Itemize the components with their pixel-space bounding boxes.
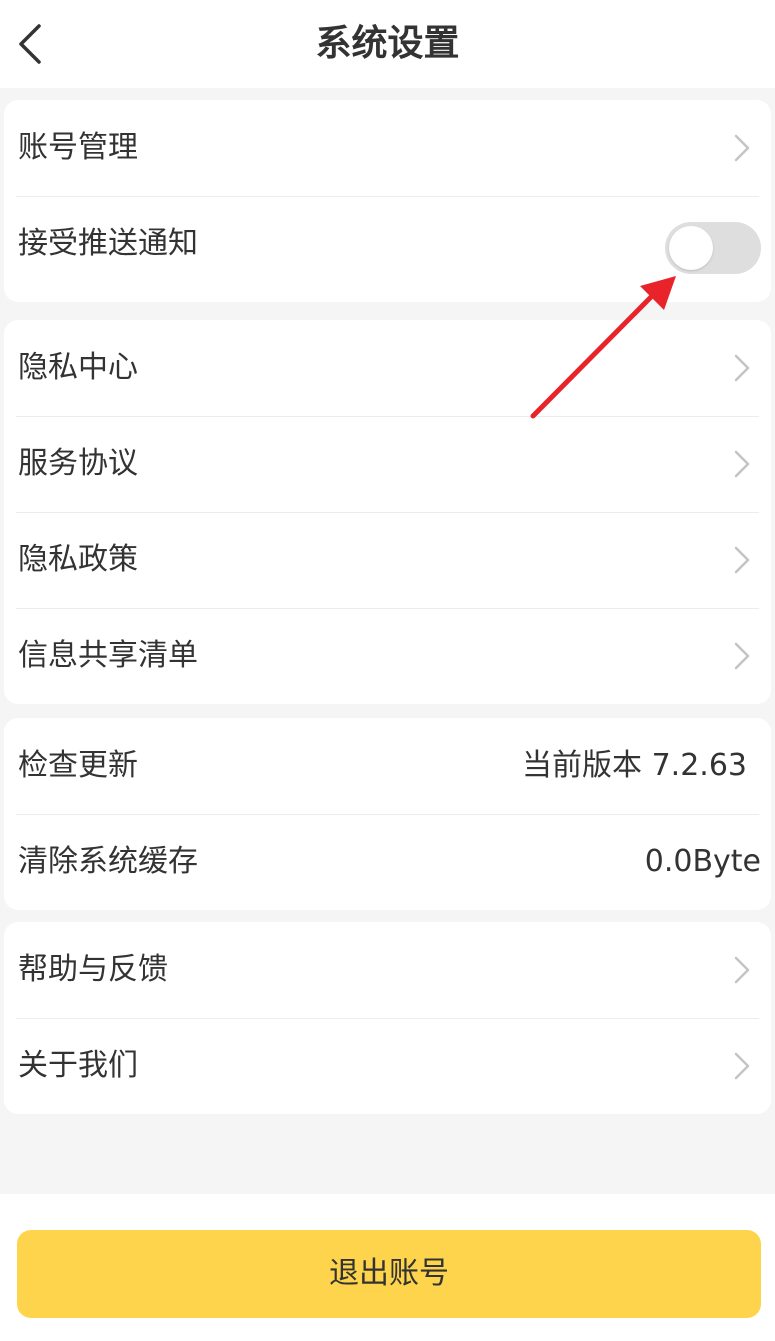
chevron-right-icon <box>734 956 750 984</box>
info-sharing-list-label: 信息共享清单 <box>18 638 198 673</box>
current-version-value: 当前版本 7.2.63 <box>522 748 747 783</box>
chevron-right-icon <box>734 134 750 162</box>
account-management-row[interactable]: 账号管理 <box>4 100 771 196</box>
support-group: 帮助与反馈 关于我们 <box>4 922 771 1114</box>
about-us-label: 关于我们 <box>18 1048 138 1083</box>
service-agreement-row[interactable]: 服务协议 <box>4 416 771 512</box>
push-notifications-row: 接受推送通知 <box>4 196 771 302</box>
chevron-right-icon <box>734 450 750 478</box>
chevron-left-icon <box>19 24 41 64</box>
page-title: 系统设置 <box>315 23 460 64</box>
account-management-label: 账号管理 <box>18 130 138 165</box>
chevron-right-icon <box>734 354 750 382</box>
about-us-row[interactable]: 关于我们 <box>4 1018 771 1114</box>
legal-group: 隐私中心 服务协议 隐私政策 信息共享清单 <box>4 320 771 704</box>
chevron-right-icon <box>734 546 750 574</box>
privacy-center-row[interactable]: 隐私中心 <box>4 320 771 416</box>
service-agreement-label: 服务协议 <box>18 446 138 481</box>
check-update-label: 检查更新 <box>18 748 138 783</box>
top-bar: 系统设置 <box>0 0 775 88</box>
back-button[interactable] <box>8 14 52 74</box>
logout-button[interactable]: 退出账号 <box>17 1230 761 1318</box>
push-notifications-label: 接受推送通知 <box>18 226 198 261</box>
chevron-right-icon <box>734 642 750 670</box>
help-feedback-row[interactable]: 帮助与反馈 <box>4 922 771 1018</box>
privacy-policy-label: 隐私政策 <box>18 542 138 577</box>
chevron-right-icon <box>734 1052 750 1080</box>
system-group: 检查更新 当前版本 7.2.63 清除系统缓存 0.0Byte <box>4 718 771 910</box>
push-notifications-toggle[interactable] <box>665 222 761 274</box>
info-sharing-list-row[interactable]: 信息共享清单 <box>4 608 771 704</box>
help-feedback-label: 帮助与反馈 <box>18 952 168 987</box>
privacy-center-label: 隐私中心 <box>18 350 138 385</box>
clear-cache-row[interactable]: 清除系统缓存 0.0Byte <box>4 814 771 910</box>
account-group: 账号管理 接受推送通知 <box>4 100 771 302</box>
cache-size-value: 0.0Byte <box>644 844 761 879</box>
bottom-bar: 退出账号 <box>0 1194 775 1341</box>
clear-cache-label: 清除系统缓存 <box>18 844 198 879</box>
privacy-policy-row[interactable]: 隐私政策 <box>4 512 771 608</box>
check-update-row[interactable]: 检查更新 当前版本 7.2.63 <box>4 718 771 814</box>
toggle-knob <box>669 226 713 270</box>
